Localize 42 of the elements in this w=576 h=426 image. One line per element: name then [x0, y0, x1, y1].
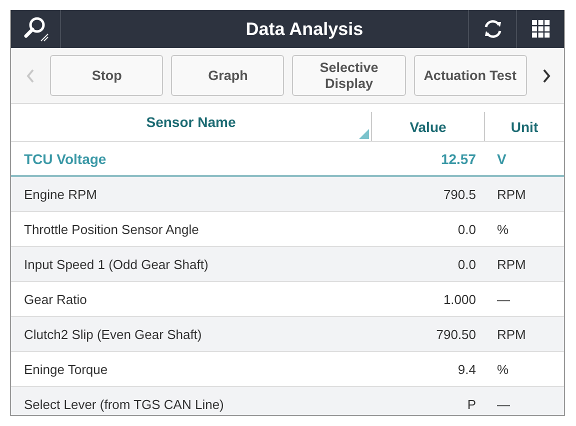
table-cell: 790.5: [443, 186, 476, 202]
window-title: Data Analysis: [244, 18, 364, 41]
table-cell: RPM: [497, 256, 526, 272]
table-cell: V: [497, 150, 506, 166]
toolbar-button[interactable]: Actuation Test: [414, 55, 527, 96]
table-cell: 0.0: [458, 256, 476, 272]
table-cell: 1.000: [443, 292, 476, 306]
table-cell: Engine RPM: [24, 186, 97, 202]
toolbar-button[interactable]: Stop: [50, 55, 164, 96]
table-row[interactable]: Input Speed 1 (Odd Gear Shaft) 0.0 RPM: [11, 247, 564, 282]
table-cell: %: [497, 362, 509, 376]
table-cell: —: [497, 396, 510, 412]
table-cell: 0.0: [458, 222, 476, 236]
table-cell: RPM: [497, 326, 526, 342]
search-icon: [22, 16, 48, 42]
chevron-left-icon: [26, 68, 36, 82]
table-cell: Gear Ratio: [24, 292, 87, 306]
table-cell: 790.50: [436, 326, 476, 342]
table-row[interactable]: Select Lever (from TGS CAN Line) P —: [11, 387, 564, 415]
table-cell: —: [497, 292, 510, 306]
table-cell: Clutch2 Slip (Even Gear Shaft): [24, 326, 202, 342]
column-header[interactable]: Sensor Name: [146, 114, 236, 130]
table-cell: TCU Voltage: [24, 150, 106, 166]
table-cell: 9.4: [458, 362, 476, 376]
table-row[interactable]: Engine RPM 790.5 RPM: [11, 177, 564, 212]
table-cell: Throttle Position Sensor Angle: [24, 222, 199, 236]
chevron-right-icon: [542, 68, 551, 82]
grid-icon: [532, 20, 550, 38]
table-cell: 12.57: [440, 150, 476, 166]
table-cell: %: [497, 222, 509, 236]
sort-indicator-icon: [359, 129, 369, 139]
toolbar-button[interactable]: Selective Display: [292, 55, 406, 96]
column-header[interactable]: Value: [410, 118, 446, 134]
table-cell: P: [467, 396, 476, 412]
table-cell: Select Lever (from TGS CAN Line): [24, 396, 224, 412]
table-cell: Eninge Torque: [24, 362, 108, 376]
table-cell: RPM: [497, 186, 526, 202]
table-row[interactable]: Clutch2 Slip (Even Gear Shaft) 790.50 RPM: [11, 317, 564, 352]
table-cell: Input Speed 1 (Odd Gear Shaft): [24, 256, 208, 272]
column-header[interactable]: Unit: [510, 118, 538, 134]
toolbar-button[interactable]: Graph: [171, 55, 284, 96]
refresh-icon: [482, 19, 502, 39]
